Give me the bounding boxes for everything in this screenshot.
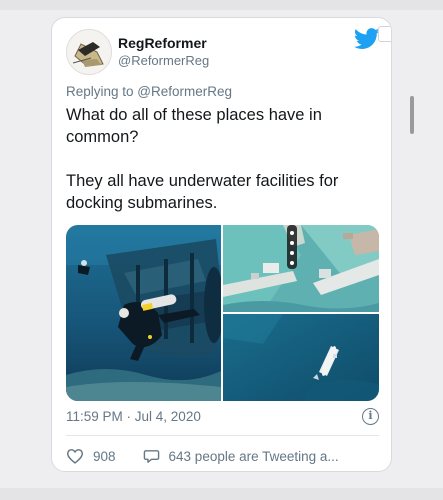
tweet-text-line-1: What do all of these places have in comm… [66,106,322,146]
like-button[interactable]: 908 [66,448,116,464]
replying-to-label[interactable]: Replying to @ReformerReg [66,84,232,99]
speech-bubble-icon [143,449,159,463]
avatar[interactable] [66,29,112,75]
display-name[interactable]: RegReformer [118,35,207,51]
media-grid[interactable] [66,225,379,401]
tweet-timestamp[interactable]: 11:59 PM · Jul 4, 2020 [66,409,201,424]
media-aerial-dock-photo[interactable] [223,225,379,312]
tweet-text-line-2: They all have underwater facilities for … [66,172,339,212]
like-count: 908 [93,448,116,464]
info-icon[interactable]: i [362,408,379,425]
scrollbar-thumb[interactable] [410,96,414,134]
user-handle[interactable]: @ReformerReg [118,53,209,68]
tweet-actions: 908 643 people are Tweeting a... [66,446,339,466]
media-diver-photo[interactable] [66,225,221,401]
corner-badge [378,26,391,42]
action-divider [66,435,379,436]
tweet-text: What do all of these places have in comm… [66,104,382,214]
media-submarine-photo[interactable] [223,314,379,401]
top-background-strip [0,0,443,10]
twitter-bird-icon [354,28,380,49]
heart-icon [66,449,84,464]
reply-conversation-button[interactable]: 643 people are Tweeting a... [143,448,339,465]
tweet-card[interactable]: RegReformer @ReformerReg Replying to @Re… [51,17,392,472]
tweeting-count: 643 people are Tweeting a... [168,448,339,464]
bottom-background-strip [0,488,443,500]
